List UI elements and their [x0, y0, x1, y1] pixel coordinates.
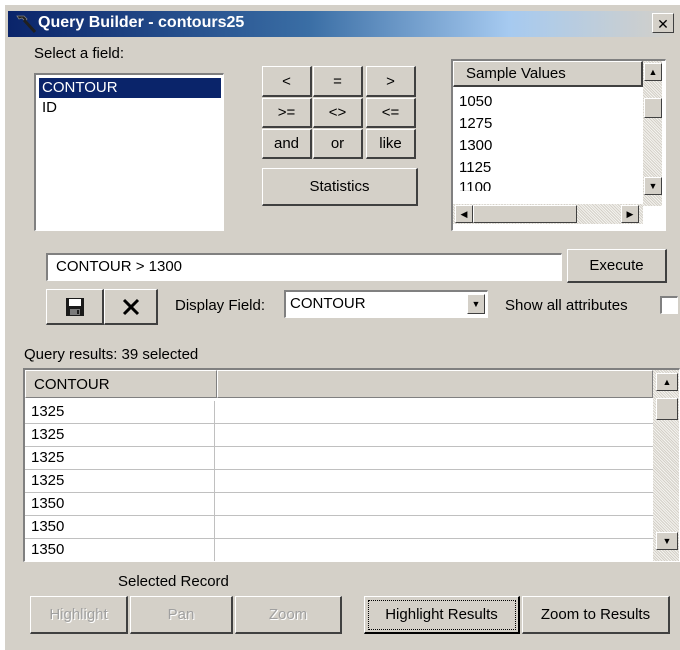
save-button[interactable] [46, 289, 104, 325]
floppy-disk-icon [65, 297, 84, 316]
table-cell: 1325 [25, 401, 215, 423]
close-icon: ✕ [657, 16, 669, 32]
sample-values-hscroll-thumb[interactable] [473, 205, 577, 223]
window-title: Query Builder - contours25 [38, 14, 245, 31]
clear-button[interactable] [104, 289, 158, 325]
highlight-button[interactable]: Highlight [30, 596, 128, 634]
table-row[interactable]: 1325 [25, 447, 653, 470]
sample-value-item[interactable]: 1050 [459, 91, 492, 113]
close-button[interactable]: ✕ [652, 13, 674, 33]
display-field-select[interactable]: CONTOUR ▼ [284, 290, 488, 318]
operator-greater-than-button[interactable]: > [366, 66, 416, 97]
sample-value-item[interactable]: 1300 [459, 135, 492, 157]
query-expression-input[interactable]: CONTOUR > 1300 [46, 253, 562, 281]
operator-not-equal-button[interactable]: <> [313, 98, 363, 128]
sample-value-item[interactable]: 1125 [459, 157, 491, 179]
operator-less-than-button[interactable]: < [262, 66, 312, 97]
zoom-button[interactable]: Zoom [235, 596, 342, 634]
zoom-to-results-button[interactable]: Zoom to Results [522, 596, 670, 634]
sample-values-header[interactable]: Sample Values [453, 61, 643, 87]
title-bar[interactable]: Query Builder - contours25 ✕ [8, 11, 676, 37]
sample-value-item[interactable]: 1100 [459, 177, 491, 191]
scroll-down-icon[interactable]: ▼ [656, 532, 678, 550]
operator-like-button[interactable]: like [366, 129, 416, 159]
operator-lte-button[interactable]: <= [366, 98, 416, 128]
scroll-right-icon[interactable]: ▶ [621, 205, 639, 223]
execute-button[interactable]: Execute [567, 249, 667, 283]
results-table[interactable]: CONTOUR 1325 1325 1325 1325 1350 1350 13… [23, 368, 680, 562]
table-row[interactable]: 1325 [25, 470, 653, 493]
scroll-left-icon[interactable]: ◀ [455, 205, 473, 223]
field-item-contour[interactable]: CONTOUR [39, 78, 221, 98]
scroll-down-icon[interactable]: ▼ [644, 177, 662, 195]
operator-gte-button[interactable]: >= [262, 98, 312, 128]
table-cell: 1325 [25, 470, 215, 492]
chevron-down-icon[interactable]: ▼ [467, 294, 485, 314]
results-vscroll-thumb[interactable] [656, 398, 678, 420]
table-cell: 1350 [25, 493, 215, 515]
operator-equals-button[interactable]: = [313, 66, 363, 97]
table-cell: 1350 [25, 516, 215, 538]
results-empty-header [217, 370, 653, 398]
field-item-id[interactable]: ID [39, 98, 60, 118]
table-row[interactable]: 1350 [25, 516, 653, 539]
field-list[interactable]: CONTOUR ID [34, 73, 224, 231]
show-all-attributes-checkbox[interactable] [660, 296, 678, 314]
sample-values-vscroll-thumb[interactable] [644, 98, 662, 118]
operator-and-button[interactable]: and [262, 129, 312, 159]
table-cell: 1325 [25, 424, 215, 446]
operator-or-button[interactable]: or [313, 129, 363, 159]
select-field-label: Select a field: [34, 45, 125, 62]
highlight-results-button[interactable]: Highlight Results [364, 596, 520, 634]
show-all-attributes-label: Show all attributes [505, 297, 628, 314]
table-row[interactable]: 1350 [25, 493, 653, 516]
sample-values-list[interactable]: Sample Values 1050 1275 1300 1125 1100 ▲… [451, 59, 666, 231]
query-results-summary: Query results: 39 selected [24, 346, 199, 363]
x-icon [122, 298, 139, 315]
statistics-button[interactable]: Statistics [262, 168, 418, 206]
table-row[interactable]: 1325 [25, 401, 653, 424]
results-column-header[interactable]: CONTOUR [25, 370, 217, 398]
scroll-up-icon[interactable]: ▲ [644, 63, 662, 81]
hammer-icon [16, 15, 37, 34]
scroll-up-icon[interactable]: ▲ [656, 373, 678, 391]
display-field-value: CONTOUR [290, 295, 366, 312]
display-field-label: Display Field: [175, 297, 266, 314]
sample-value-item[interactable]: 1275 [459, 113, 492, 135]
table-row[interactable]: 1325 [25, 424, 653, 447]
table-cell: 1350 [25, 539, 215, 561]
pan-button[interactable]: Pan [130, 596, 233, 634]
table-row[interactable]: 1350 [25, 539, 653, 561]
table-cell: 1325 [25, 447, 215, 469]
selected-record-label: Selected Record [118, 573, 229, 590]
